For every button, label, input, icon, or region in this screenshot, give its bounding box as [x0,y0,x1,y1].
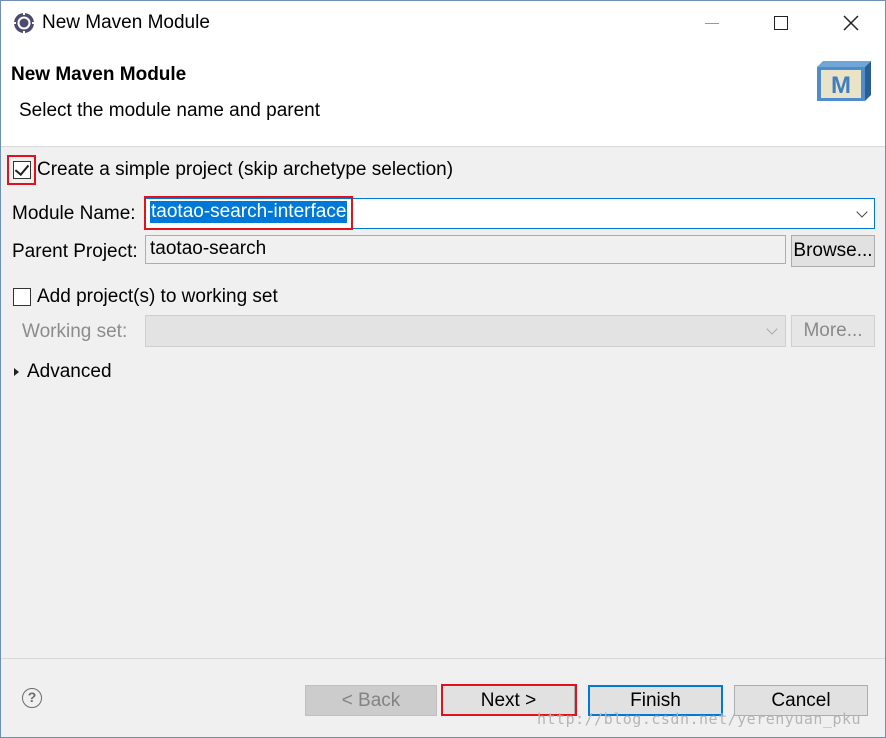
more-button[interactable]: More... [791,315,875,347]
highlight-frame [144,196,353,230]
working-set-checkbox[interactable] [13,288,31,306]
page-title: New Maven Module [11,64,187,85]
help-icon[interactable]: ? [22,688,42,708]
parent-project-label: Parent Project: [12,241,138,262]
footer-divider [1,658,885,659]
maven-logo: M [817,61,871,101]
svg-text:M: M [831,72,851,99]
parent-project-value: taotao-search [150,238,267,259]
advanced-section-toggle[interactable]: Advanced [27,361,112,383]
minimize-icon [705,22,719,24]
browse-button[interactable]: Browse... [791,235,875,267]
working-set-toggle-label: Add project(s) to working set [37,286,278,307]
parent-project-field: taotao-search [145,235,786,264]
back-button[interactable]: < Back [305,685,437,716]
maximize-icon [774,16,788,30]
title-bar: New Maven Module [1,1,885,45]
eclipse-app-icon [13,12,35,34]
window-title: New Maven Module [42,12,210,33]
working-set-combo[interactable] [145,315,786,347]
watermark-url: http://blog.csdn.net/yerenyuan_pku [537,710,862,728]
page-description: Select the module name and parent [19,100,321,121]
working-set-label: Working set: [22,321,128,342]
module-name-label: Module Name: [12,203,136,224]
minimize-button[interactable] [683,1,741,45]
chevron-down-icon[interactable] [856,206,868,218]
new-maven-module-dialog: New Maven Module New Maven Module Select… [0,0,886,738]
chevron-down-icon [766,323,778,335]
close-button[interactable] [822,1,880,45]
expand-triangle-icon[interactable] [14,368,19,376]
highlight-frame [7,155,36,185]
wizard-header: New Maven Module Select the module name … [1,45,885,147]
close-icon [843,15,859,31]
simple-project-label: Create a simple project (skip archetype … [37,159,454,180]
maximize-button[interactable] [752,1,810,45]
